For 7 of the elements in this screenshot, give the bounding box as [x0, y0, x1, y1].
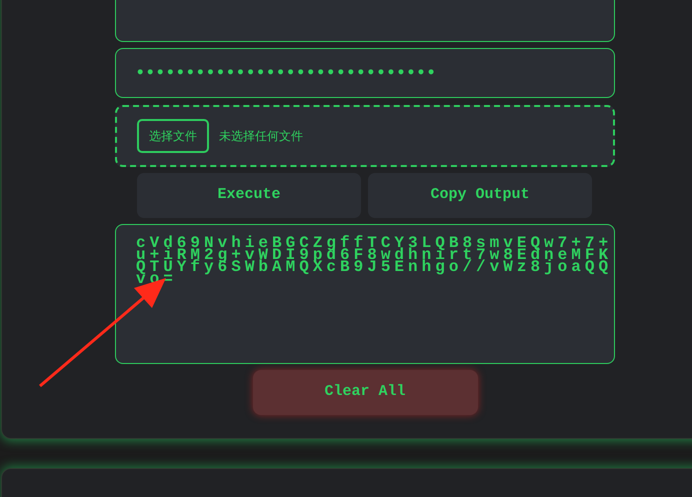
choose-file-button[interactable]: 选择文件: [137, 119, 209, 153]
file-status: 未选择任何文件: [219, 128, 303, 145]
file-drop-area[interactable]: 选择文件 未选择任何文件: [115, 105, 615, 167]
clear-all-button[interactable]: Clear All: [252, 370, 478, 415]
action-button[interactable]: Execute: [137, 173, 361, 218]
action-button[interactable]: Copy Output: [368, 173, 592, 218]
password-field[interactable]: ••••••••••••••••••••••••••••••: [115, 48, 615, 98]
